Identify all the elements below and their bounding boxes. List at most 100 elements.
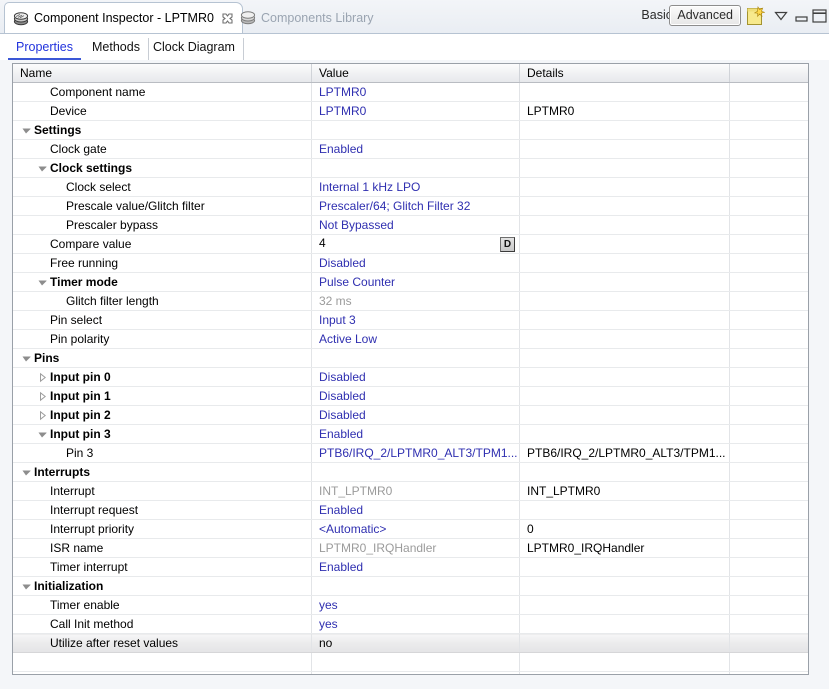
row-value[interactable]: Enabled	[319, 142, 363, 156]
cell-name[interactable]: Interrupt request	[13, 501, 312, 520]
editor-tab-components-library[interactable]: Components Library	[232, 2, 382, 33]
table-row[interactable]: Input pin 1Disabled	[13, 387, 809, 406]
cell-value[interactable]: Disabled	[312, 387, 520, 406]
cell-value[interactable]	[312, 463, 520, 482]
row-value[interactable]: LPTMR0	[319, 104, 366, 118]
tab-methods[interactable]: Methods	[84, 38, 149, 60]
default-value-badge[interactable]: D	[500, 237, 515, 252]
table-row[interactable]: Input pin 2Disabled	[13, 406, 809, 425]
table-row[interactable]: Prescaler bypass Not Bypassed	[13, 216, 809, 235]
row-value[interactable]: yes	[319, 617, 338, 631]
row-value[interactable]: Disabled	[319, 370, 366, 384]
row-value[interactable]: Enabled	[319, 560, 363, 574]
cell-name[interactable]: Pin 3	[13, 444, 312, 463]
row-value[interactable]: 4	[319, 236, 326, 250]
row-value[interactable]: Not Bypassed	[319, 218, 394, 232]
table-row[interactable]: Input pin 3Enabled	[13, 425, 809, 444]
table-row[interactable]: Pin 3PTB6/IRQ_2/LPTMR0_ALT3/TPM1...PTB6/…	[13, 444, 809, 463]
cell-name[interactable]	[13, 653, 312, 672]
cell-value[interactable]: Enabled	[312, 501, 520, 520]
cell-value[interactable]	[312, 159, 520, 178]
table-row[interactable]: Pin select Input 3	[13, 311, 809, 330]
cell-value[interactable]: PTB6/IRQ_2/LPTMR0_ALT3/TPM1...	[312, 444, 520, 463]
cell-name[interactable]: Pins	[13, 349, 312, 368]
cell-name[interactable]: Interrupt priority	[13, 520, 312, 539]
row-value[interactable]: yes	[319, 598, 338, 612]
cell-value[interactable]: LPTMR0_IRQHandler	[312, 539, 520, 558]
cell-name[interactable]	[13, 672, 312, 676]
cell-name[interactable]: Pin polarity	[13, 330, 312, 349]
cell-value[interactable]: <Automatic>	[312, 520, 520, 539]
properties-table-container[interactable]: Name Value Details Component nameLPTMR0 …	[12, 63, 809, 675]
cell-value[interactable]: 32 ms	[312, 292, 520, 311]
cell-name[interactable]: Free running	[13, 254, 312, 273]
cell-value[interactable]: D4	[312, 235, 520, 254]
cell-value[interactable]: no	[312, 634, 520, 653]
row-value[interactable]: <Automatic>	[319, 522, 386, 536]
cell-name[interactable]: Timer interrupt	[13, 558, 312, 577]
cell-value[interactable]: Active Low	[312, 330, 520, 349]
table-row[interactable]: Pin polarityActive Low	[13, 330, 809, 349]
cell-value[interactable]: Internal 1 kHz LPO	[312, 178, 520, 197]
table-row[interactable]: Utilize after reset values no	[13, 634, 809, 653]
cell-value[interactable]: Enabled	[312, 425, 520, 444]
cell-name[interactable]: Compare value	[13, 235, 312, 254]
expand-arrow-icon[interactable]	[37, 391, 48, 402]
table-row[interactable]: Timer interrupt Enabled	[13, 558, 809, 577]
row-value[interactable]: no	[319, 636, 332, 650]
cell-name[interactable]: Input pin 1	[13, 387, 312, 406]
cell-value[interactable]	[312, 577, 520, 596]
cell-name[interactable]: Device	[13, 102, 312, 121]
cell-value[interactable]: Prescaler/64; Glitch Filter 32	[312, 197, 520, 216]
cell-value[interactable]: yes	[312, 615, 520, 634]
cell-value[interactable]: Enabled	[312, 140, 520, 159]
cell-value[interactable]: INT_LPTMR0	[312, 482, 520, 501]
cell-name[interactable]: Clock gate	[13, 140, 312, 159]
collapse-arrow-icon[interactable]	[37, 163, 48, 174]
row-value[interactable]: Enabled	[319, 503, 363, 517]
table-row[interactable]	[13, 672, 809, 676]
column-header-name[interactable]: Name	[13, 64, 312, 83]
tab-clock-diagram[interactable]: Clock Diagram	[145, 38, 244, 60]
expand-arrow-icon[interactable]	[37, 372, 48, 383]
column-header-extra[interactable]	[730, 64, 810, 83]
chevron-down-icon[interactable]	[774, 10, 788, 21]
row-value[interactable]: INT_LPTMR0	[319, 484, 392, 498]
cell-name[interactable]: Input pin 3	[13, 425, 312, 444]
cell-name[interactable]: Input pin 2	[13, 406, 312, 425]
cell-value[interactable]: LPTMR0	[312, 102, 520, 121]
table-row[interactable]	[13, 653, 809, 672]
cell-name[interactable]: Prescale value/Glitch filter	[13, 197, 312, 216]
row-value[interactable]: Internal 1 kHz LPO	[319, 180, 420, 194]
cell-value[interactable]: LPTMR0	[312, 83, 520, 102]
table-row[interactable]: Initialization	[13, 577, 809, 596]
cell-name[interactable]: Initialization	[13, 577, 312, 596]
editor-tab-component-inspector[interactable]: Component Inspector - LPTMR0	[4, 2, 243, 33]
collapse-arrow-icon[interactable]	[21, 353, 32, 364]
row-value[interactable]: Input 3	[319, 313, 356, 327]
expand-arrow-icon[interactable]	[37, 410, 48, 421]
row-value[interactable]: Prescaler/64; Glitch Filter 32	[319, 199, 470, 213]
table-row[interactable]: Compare valueD4	[13, 235, 809, 254]
cell-name[interactable]: Component name	[13, 83, 312, 102]
cell-value[interactable]: yes	[312, 596, 520, 615]
cell-name[interactable]: Input pin 0	[13, 368, 312, 387]
cell-name[interactable]: Pin select	[13, 311, 312, 330]
collapse-arrow-icon[interactable]	[21, 125, 32, 136]
cell-value[interactable]	[312, 653, 520, 672]
cell-value[interactable]	[312, 349, 520, 368]
cell-value[interactable]	[312, 121, 520, 140]
column-header-details[interactable]: Details	[520, 64, 730, 83]
tab-properties[interactable]: Properties	[8, 38, 81, 60]
table-row[interactable]: Interrupt request Enabled	[13, 501, 809, 520]
row-value[interactable]: Disabled	[319, 256, 366, 270]
cell-name[interactable]: Interrupts	[13, 463, 312, 482]
cell-name[interactable]: Settings	[13, 121, 312, 140]
cell-name[interactable]: Prescaler bypass	[13, 216, 312, 235]
table-row[interactable]: Interrupt priority<Automatic>0	[13, 520, 809, 539]
cell-value[interactable]: Pulse Counter	[312, 273, 520, 292]
cell-name[interactable]: Utilize after reset values	[13, 634, 312, 653]
cell-value[interactable]: Enabled	[312, 558, 520, 577]
cell-value[interactable]: Disabled	[312, 254, 520, 273]
collapse-arrow-icon[interactable]	[21, 581, 32, 592]
